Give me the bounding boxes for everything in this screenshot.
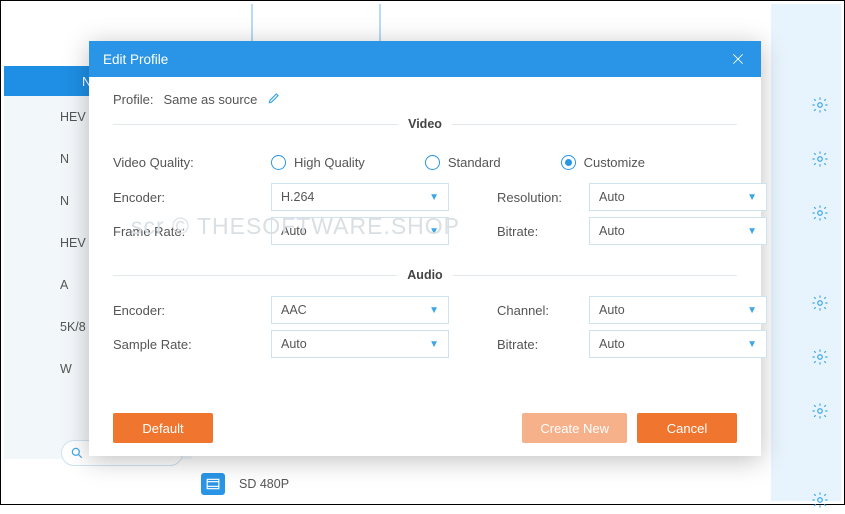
gear-icon[interactable] xyxy=(811,204,829,222)
gear-icon[interactable] xyxy=(811,294,829,312)
video-encoder-select[interactable]: H.264▼ xyxy=(271,183,449,211)
chevron-down-icon: ▼ xyxy=(747,339,757,350)
audio-encoder-label: Encoder: xyxy=(113,303,271,318)
video-section-divider: Video xyxy=(113,116,737,131)
audio-section-divider: Audio xyxy=(113,267,737,282)
chevron-down-icon: ▼ xyxy=(429,339,439,350)
video-bitrate-label: Bitrate: xyxy=(449,224,589,239)
film-icon xyxy=(201,473,225,495)
active-tab-indicator xyxy=(251,4,381,46)
edit-profile-dialog: Edit Profile Profile: Same as source Vid… xyxy=(89,41,761,456)
format-row[interactable]: SD 480P xyxy=(201,470,769,498)
audio-bitrate-select[interactable]: Auto▼ xyxy=(589,330,767,358)
channel-select[interactable]: Auto▼ xyxy=(589,296,767,324)
radio-customize[interactable]: Customize xyxy=(561,155,645,170)
cancel-button[interactable]: Cancel xyxy=(637,413,737,443)
dialog-title: Edit Profile xyxy=(103,52,168,67)
gear-icon[interactable] xyxy=(811,348,829,366)
chevron-down-icon: ▼ xyxy=(747,226,757,237)
chevron-down-icon: ▼ xyxy=(747,192,757,203)
search-icon xyxy=(70,446,84,460)
gear-icon[interactable] xyxy=(811,150,829,168)
audio-encoder-select[interactable]: AAC▼ xyxy=(271,296,449,324)
close-icon xyxy=(731,52,745,66)
samplerate-label: Sample Rate: xyxy=(113,337,271,352)
format-label: SD 480P xyxy=(239,477,289,491)
radio-standard[interactable]: Standard xyxy=(425,155,501,170)
channel-label: Channel: xyxy=(449,303,589,318)
chevron-down-icon: ▼ xyxy=(429,192,439,203)
radio-high-quality[interactable]: High Quality xyxy=(271,155,365,170)
profile-value: Same as source xyxy=(163,92,257,107)
chevron-down-icon: ▼ xyxy=(429,305,439,316)
gear-icon[interactable] xyxy=(811,96,829,114)
resolution-select[interactable]: Auto▼ xyxy=(589,183,767,211)
framerate-select[interactable]: Auto▼ xyxy=(271,217,449,245)
samplerate-select[interactable]: Auto▼ xyxy=(271,330,449,358)
dialog-header: Edit Profile xyxy=(89,41,761,77)
create-new-button[interactable]: Create New xyxy=(522,413,627,443)
edit-profile-name-button[interactable] xyxy=(267,91,281,108)
audio-bitrate-label: Bitrate: xyxy=(449,337,589,352)
default-button[interactable]: Default xyxy=(113,413,213,443)
dialog-footer: Default Create New Cancel xyxy=(89,400,761,456)
pencil-icon xyxy=(267,91,281,105)
chevron-down-icon: ▼ xyxy=(747,305,757,316)
right-gear-strip xyxy=(771,4,841,501)
close-button[interactable] xyxy=(729,50,747,68)
gear-icon[interactable] xyxy=(811,491,829,509)
framerate-label: Frame Rate: xyxy=(113,224,271,239)
video-encoder-label: Encoder: xyxy=(113,190,271,205)
video-quality-label: Video Quality: xyxy=(113,155,271,170)
profile-label: Profile: xyxy=(113,92,153,107)
chevron-down-icon: ▼ xyxy=(429,226,439,237)
resolution-label: Resolution: xyxy=(449,190,589,205)
video-bitrate-select[interactable]: Auto▼ xyxy=(589,217,767,245)
gear-icon[interactable] xyxy=(811,402,829,420)
